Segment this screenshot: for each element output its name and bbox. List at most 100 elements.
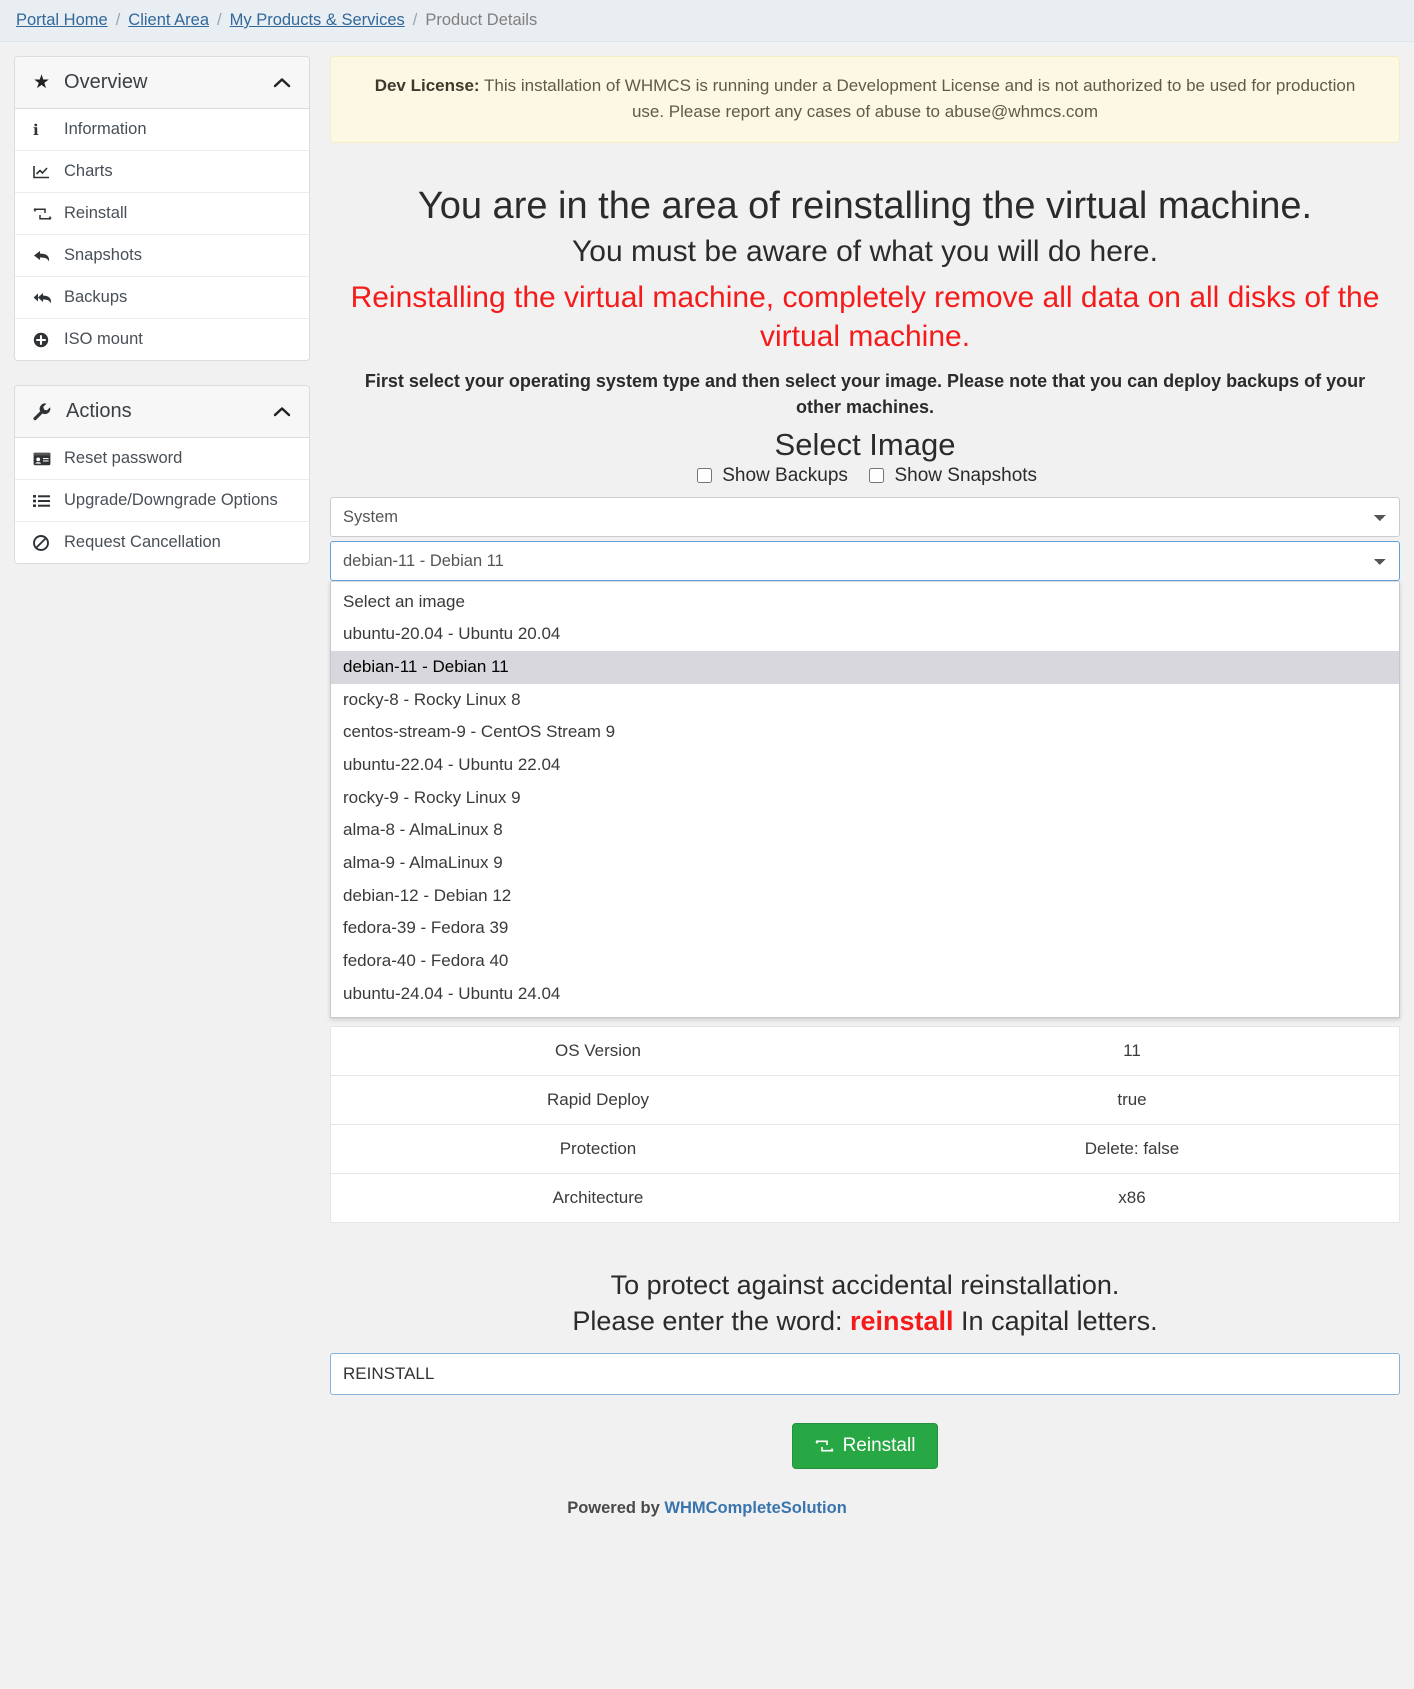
ban-icon — [33, 534, 57, 551]
show-snapshots-checkbox-label[interactable]: Show Snapshots — [865, 465, 1037, 486]
chevron-up-icon[interactable] — [273, 74, 291, 91]
footer-brand-link[interactable]: WHMCompleteSolution — [664, 1499, 846, 1517]
main-content: Dev License: This installation of WHMCS … — [330, 56, 1400, 1470]
dev-license-label: Dev License: — [374, 76, 480, 95]
sidebar-item-label: Snapshots — [64, 246, 142, 264]
image-option-placeholder[interactable]: Select an image — [331, 586, 1399, 619]
sidebar-panel-overview-title: Overview — [64, 71, 148, 93]
wrench-icon — [33, 402, 52, 421]
confirm-keyword: reinstall — [850, 1305, 954, 1336]
id-card-icon — [33, 452, 57, 466]
show-backups-checkbox-label[interactable]: Show Backups — [693, 465, 853, 486]
image-option-ubuntu-2404[interactable]: ubuntu-24.04 - Ubuntu 24.04 — [331, 978, 1399, 1011]
table-cell-value: Delete: false — [865, 1123, 1400, 1173]
confirm-suffix: In capital letters. — [953, 1305, 1158, 1336]
confirm-prefix: Please enter the word: — [572, 1305, 850, 1336]
image-filter-checkboxes: Show Backups Show Snapshots — [330, 465, 1400, 487]
sidebar-item-label: Request Cancellation — [64, 533, 221, 551]
show-backups-label: Show Backups — [722, 464, 848, 486]
confirm-word-input[interactable] — [330, 1353, 1400, 1396]
sidebar-item-label: ISO mount — [64, 330, 143, 348]
page-title: You are in the area of reinstalling the … — [417, 184, 1313, 227]
image-option-alma-8[interactable]: alma-8 - AlmaLinux 8 — [331, 814, 1399, 847]
danger-warning-text: Reinstalling the virtual machine, comple… — [350, 281, 1380, 354]
instructions-text: First select your operating system type … — [364, 371, 1366, 418]
os-type-select[interactable]: System — [330, 496, 1400, 537]
sidebar-panel-overview: ★ Overview ℹ Information Charts Reinstal… — [14, 56, 310, 361]
table-cell-label: Architecture — [330, 1172, 865, 1222]
dev-license-text: This installation of WHMCS is running un… — [484, 76, 1356, 122]
chevron-up-icon[interactable] — [273, 403, 291, 420]
image-option-rocky-8[interactable]: rocky-8 - Rocky Linux 8 — [331, 684, 1399, 717]
table-row: OS Version 11 — [330, 1025, 1400, 1075]
breadcrumb-item-client-area[interactable]: Client Area — [128, 11, 209, 30]
reply-all-icon — [33, 291, 57, 305]
reinstall-button-wrap: Reinstall — [330, 1423, 1400, 1470]
image-option-fedora-40[interactable]: fedora-40 - Fedora 40 — [331, 945, 1399, 978]
image-select[interactable]: debian-11 - Debian 11 — [330, 540, 1400, 581]
breadcrumb-separator: / — [412, 11, 418, 29]
chart-line-icon — [33, 165, 57, 179]
sidebar-item-label: Backups — [64, 288, 128, 306]
show-backups-checkbox[interactable] — [696, 467, 712, 483]
sidebar-item-snapshots[interactable]: Snapshots — [15, 235, 309, 277]
confirm-line-1: To protect against accidental reinstalla… — [610, 1269, 1120, 1300]
reinstall-button[interactable]: Reinstall — [791, 1423, 939, 1470]
breadcrumb-item-portal-home[interactable]: Portal Home — [16, 11, 108, 30]
table-cell-value: x86 — [865, 1172, 1400, 1222]
sidebar-panel-actions-header[interactable]: Actions — [15, 386, 309, 438]
info-icon: ℹ — [33, 121, 39, 139]
table-row: Rapid Deploy true — [330, 1074, 1400, 1124]
plus-circle-icon — [33, 332, 57, 348]
sidebar-item-label: Charts — [64, 162, 113, 180]
table-row: Protection Delete: false — [330, 1123, 1400, 1173]
reply-icon — [33, 249, 57, 263]
sidebar-item-charts[interactable]: Charts — [15, 151, 309, 193]
table-cell-label: Protection — [330, 1123, 865, 1173]
retweet-icon — [33, 207, 57, 221]
sidebar-item-reset-password[interactable]: Reset password — [15, 438, 309, 480]
reinstall-button-label: Reinstall — [842, 1435, 916, 1457]
footer-powered-by: Powered by — [567, 1499, 665, 1518]
show-snapshots-checkbox[interactable] — [869, 467, 885, 483]
list-icon — [33, 494, 57, 508]
page-body: ★ Overview ℹ Information Charts Reinstal… — [0, 42, 1414, 1470]
breadcrumb-item-product-details: Product Details — [425, 11, 538, 29]
dev-license-banner: Dev License: This installation of WHMCS … — [330, 56, 1400, 143]
reinstall-warning-block: You are in the area of reinstalling the … — [330, 143, 1400, 463]
breadcrumb-item-my-products-services[interactable]: My Products & Services — [230, 11, 405, 30]
sidebar-item-request-cancellation[interactable]: Request Cancellation — [15, 522, 309, 563]
retweet-icon — [814, 1435, 834, 1457]
sidebar-item-label: Information — [64, 120, 147, 138]
sidebar-item-label: Upgrade/Downgrade Options — [64, 491, 278, 509]
table-cell-label: OS Version — [330, 1025, 865, 1075]
sidebar-item-label: Reinstall — [64, 204, 128, 222]
sidebar-panel-actions: Actions Reset password Upgrade/Downgrade… — [14, 385, 310, 564]
page-subtitle: You must be aware of what you will do he… — [572, 235, 1158, 269]
table-row: Architecture x86 — [330, 1172, 1400, 1222]
image-option-ubuntu-2204[interactable]: ubuntu-22.04 - Ubuntu 22.04 — [331, 749, 1399, 782]
image-option-centos-stream-9[interactable]: centos-stream-9 - CentOS Stream 9 — [331, 716, 1399, 749]
sidebar-panel-overview-header[interactable]: ★ Overview — [15, 57, 309, 109]
sidebar-item-information[interactable]: ℹ Information — [15, 109, 309, 151]
sidebar-item-backups[interactable]: Backups — [15, 277, 309, 319]
confirm-line-2: Please enter the word: reinstall In capi… — [330, 1303, 1400, 1339]
confirmation-block: To protect against accidental reinstalla… — [330, 1223, 1400, 1470]
image-option-debian-12[interactable]: debian-12 - Debian 12 — [331, 880, 1399, 913]
table-cell-value: 11 — [865, 1025, 1400, 1075]
footer: Powered by WHMCompleteSolution — [0, 1469, 1414, 1532]
image-option-rocky-9[interactable]: rocky-9 - Rocky Linux 9 — [331, 782, 1399, 815]
sidebar-item-label: Reset password — [64, 449, 183, 467]
image-info-table: OS Version 11 Rapid Deploy true Protecti… — [330, 1025, 1400, 1223]
show-snapshots-label: Show Snapshots — [894, 464, 1038, 486]
sidebar-item-reinstall[interactable]: Reinstall — [15, 193, 309, 235]
sidebar-item-upgrade-downgrade-options[interactable]: Upgrade/Downgrade Options — [15, 480, 309, 522]
image-option-ubuntu-2004[interactable]: ubuntu-20.04 - Ubuntu 20.04 — [331, 618, 1399, 651]
sidebar-item-iso-mount[interactable]: ISO mount — [15, 319, 309, 360]
image-option-debian-11[interactable]: debian-11 - Debian 11 — [331, 650, 1399, 684]
image-option-alma-9[interactable]: alma-9 - AlmaLinux 9 — [331, 847, 1399, 880]
image-select-dropdown[interactable]: Select an image ubuntu-20.04 - Ubuntu 20… — [330, 580, 1400, 1018]
table-cell-value: true — [865, 1074, 1400, 1124]
star-icon: ★ — [33, 72, 51, 93]
image-option-fedora-39[interactable]: fedora-39 - Fedora 39 — [331, 912, 1399, 945]
